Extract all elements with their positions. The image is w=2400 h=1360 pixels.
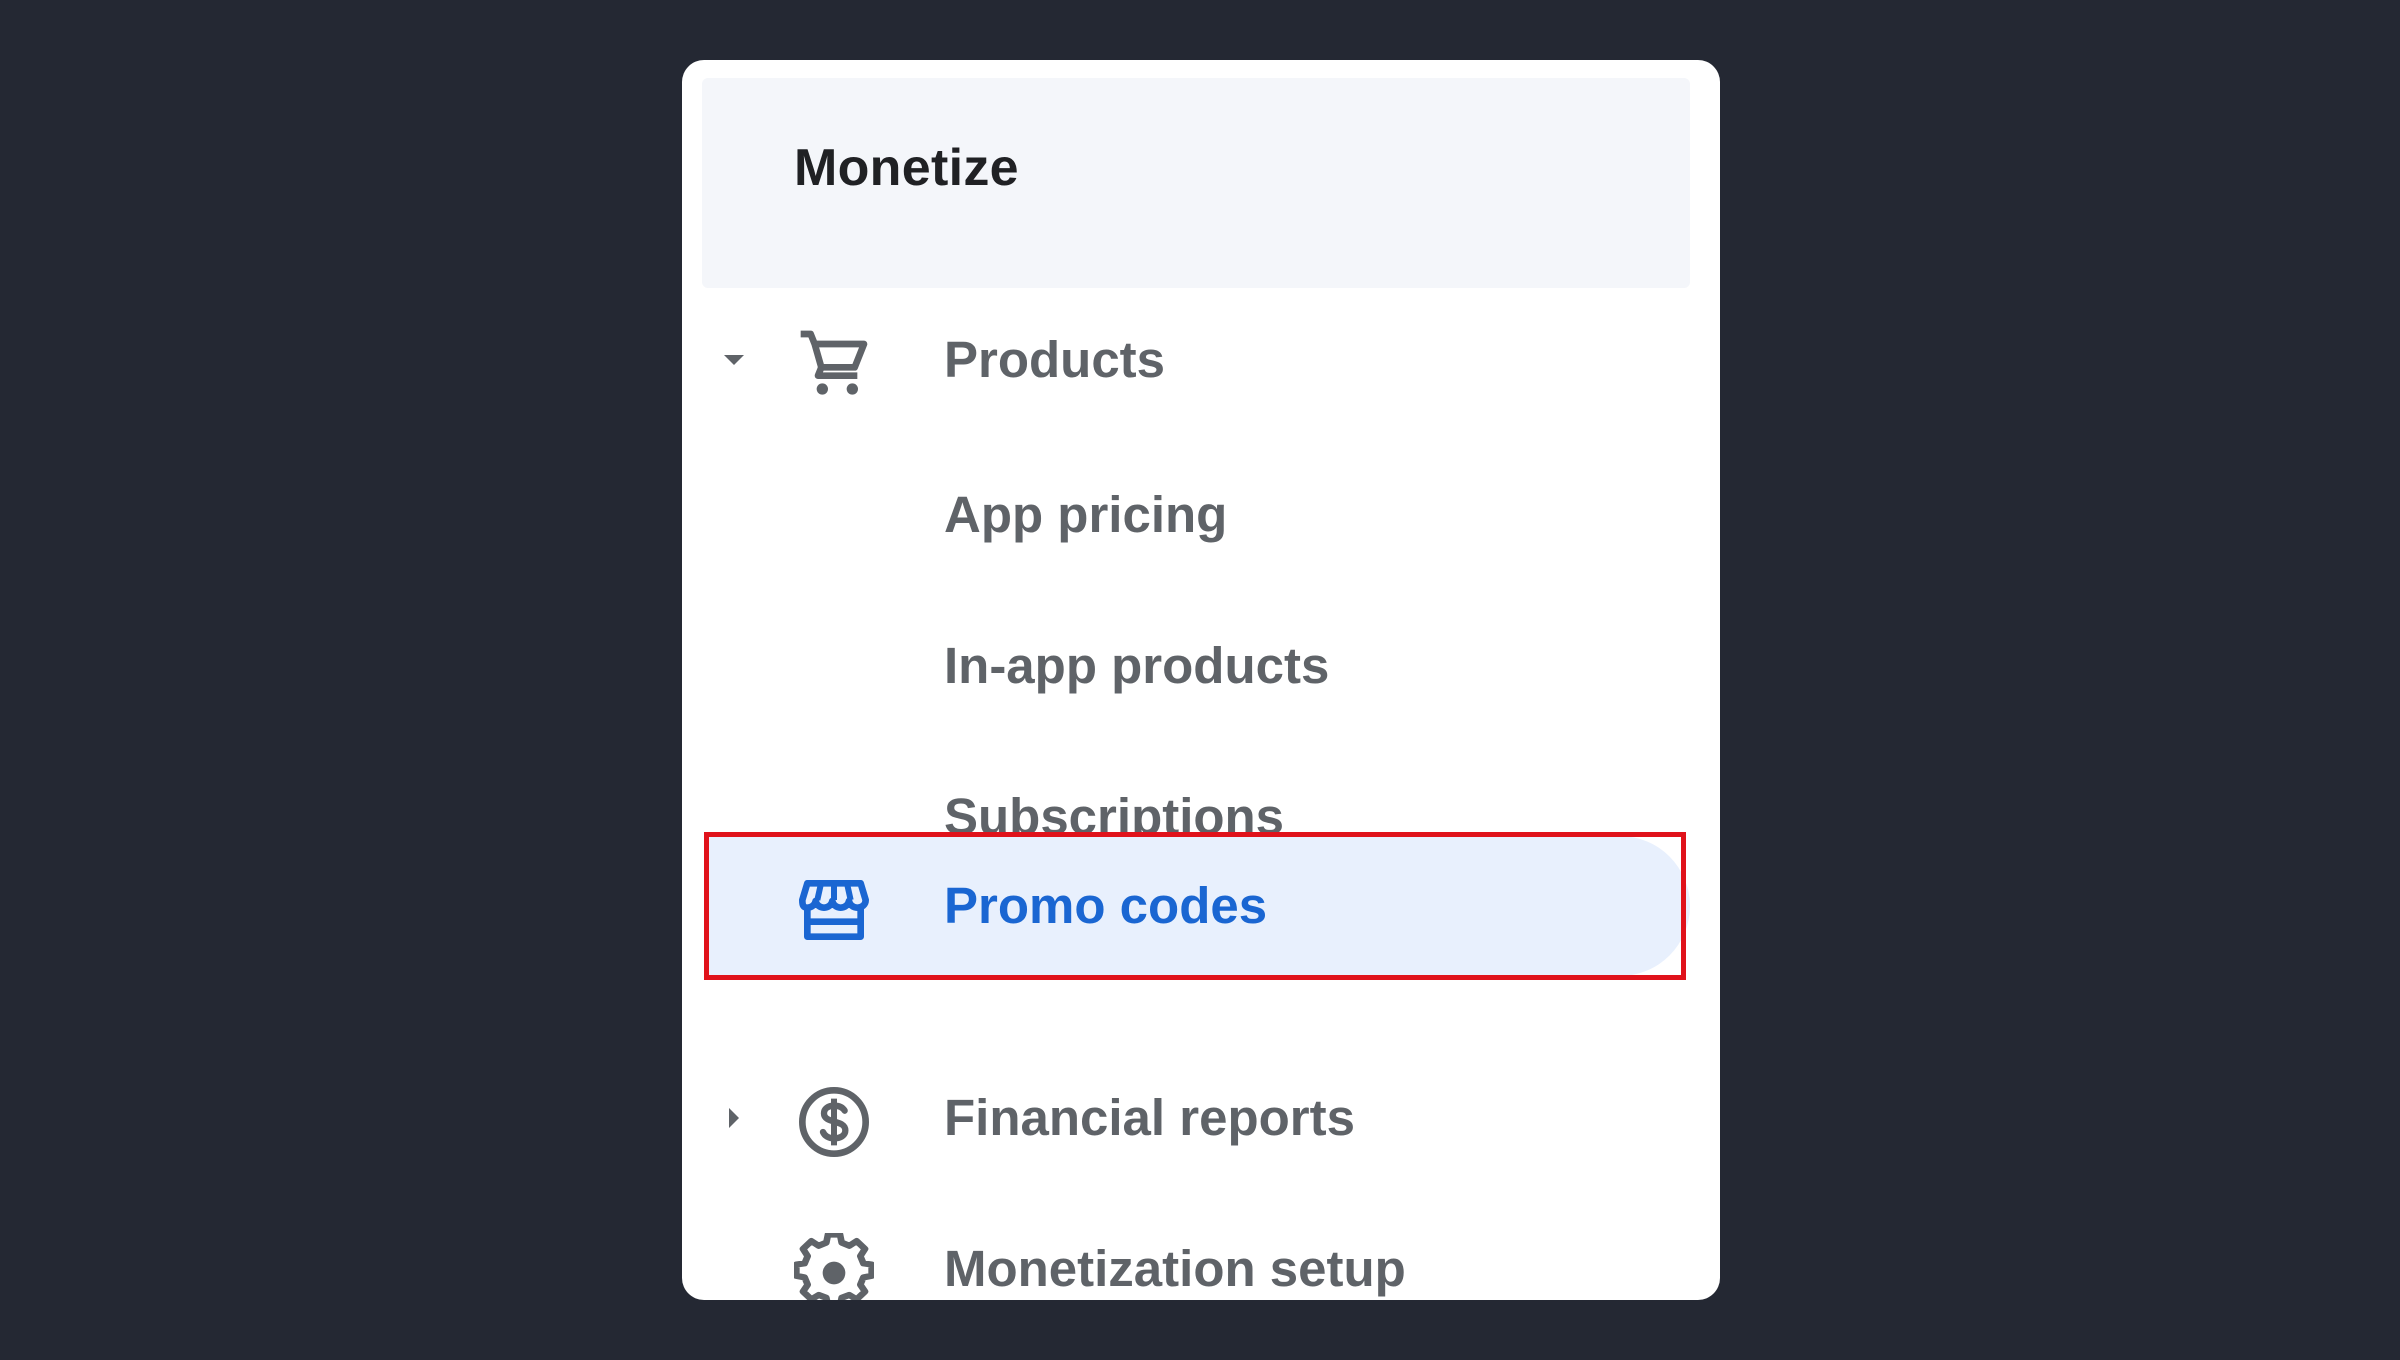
nav-item-label: Promo codes xyxy=(944,877,1268,934)
nav-item-label: App pricing xyxy=(944,486,1228,543)
gear-icon xyxy=(794,1233,874,1300)
storefront-icon xyxy=(794,870,874,950)
nav-item-financial-reports[interactable]: Financial reports xyxy=(708,1048,1690,1188)
nav-item-promo-codes[interactable]: Promo codes xyxy=(708,836,1690,976)
nav-item-label: Monetization setup xyxy=(944,1240,1406,1297)
nav-item-label: Products xyxy=(944,331,1166,388)
section-title: Monetize xyxy=(794,139,1019,197)
nav-item-monetization-setup[interactable]: Monetization setup xyxy=(708,1199,1690,1300)
dollar-circle-icon xyxy=(794,1082,874,1162)
cart-icon xyxy=(794,324,874,404)
caret-down-icon[interactable] xyxy=(708,334,760,386)
nav-item-label: In-app products xyxy=(944,637,1330,694)
section-header: Monetize xyxy=(702,78,1690,288)
nav-item-label: Financial reports xyxy=(944,1089,1355,1146)
monetize-nav-panel: Monetize Products App pricing In-app pro… xyxy=(682,60,1720,1300)
nav-item-products[interactable]: Products xyxy=(708,290,1690,430)
nav-item-app-pricing[interactable]: App pricing xyxy=(708,445,1690,585)
nav-item-in-app-products[interactable]: In-app products xyxy=(708,596,1690,736)
caret-right-icon[interactable] xyxy=(708,1092,760,1144)
